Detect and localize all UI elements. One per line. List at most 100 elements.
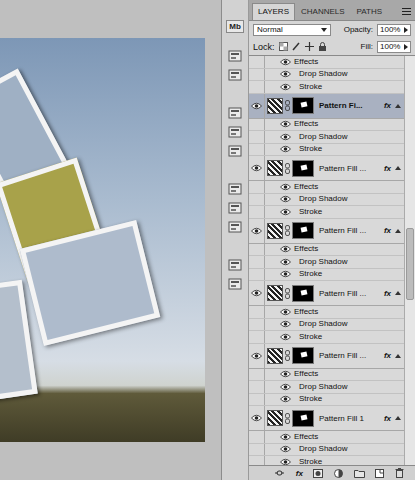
info-icon[interactable] <box>228 278 242 290</box>
eye-icon[interactable] <box>280 145 291 153</box>
mask-thumbnail[interactable] <box>292 347 314 364</box>
visibility-toggle[interactable] <box>279 383 291 391</box>
visibility-toggle[interactable] <box>279 70 291 78</box>
mask-thumbnail[interactable] <box>292 285 314 302</box>
eye-icon[interactable] <box>280 133 291 141</box>
visibility-toggle[interactable] <box>279 370 291 378</box>
add-style-button[interactable]: fx <box>296 469 303 478</box>
eye-icon[interactable] <box>251 414 262 422</box>
panel-tab[interactable]: CHANNELS <box>295 3 351 20</box>
layer-row[interactable]: Pattern Fill ...fx <box>249 344 404 369</box>
fx-badge[interactable]: fx <box>384 351 391 360</box>
eye-icon[interactable] <box>280 270 291 278</box>
visibility-toggle[interactable] <box>279 333 291 341</box>
eye-icon[interactable] <box>251 289 262 297</box>
adjustment-layer-icon[interactable] <box>334 469 343 478</box>
clone-source-icon[interactable] <box>228 145 242 157</box>
eye-icon[interactable] <box>280 445 291 453</box>
swatches-icon[interactable] <box>228 202 242 214</box>
layer-row[interactable]: Pattern Fill ...fx <box>249 156 404 181</box>
layer-name[interactable]: Pattern Fill ... <box>319 351 382 360</box>
collapse-toggle[interactable] <box>395 104 401 108</box>
visibility-toggle[interactable] <box>279 195 291 203</box>
effect-row[interactable]: Effects <box>249 431 404 444</box>
layer-name[interactable]: Pattern Fill ... <box>319 164 382 173</box>
mask-thumbnail[interactable] <box>292 410 314 427</box>
visibility-toggle[interactable] <box>279 83 291 91</box>
lock-pixels-icon[interactable] <box>292 42 301 51</box>
collapse-toggle[interactable] <box>395 416 401 420</box>
effect-row[interactable]: Stroke <box>249 331 404 344</box>
pattern-thumbnail[interactable] <box>267 160 283 176</box>
visibility-toggle[interactable] <box>279 183 291 191</box>
visibility-toggle[interactable] <box>249 281 265 305</box>
color-icon[interactable] <box>228 183 242 195</box>
visibility-toggle[interactable] <box>279 145 291 153</box>
eye-icon[interactable] <box>280 458 291 465</box>
visibility-toggle[interactable] <box>279 320 291 328</box>
visibility-toggle[interactable] <box>279 445 291 453</box>
actions-icon[interactable] <box>228 69 242 81</box>
eye-icon[interactable] <box>280 308 291 316</box>
link-icon[interactable] <box>285 100 290 111</box>
eye-icon[interactable] <box>280 83 291 91</box>
eye-icon[interactable] <box>280 433 291 441</box>
pattern-thumbnail[interactable] <box>267 348 283 364</box>
panel-tab[interactable]: LAYERS <box>252 3 295 20</box>
pattern-thumbnail[interactable] <box>267 98 283 114</box>
eye-icon[interactable] <box>280 370 291 378</box>
mask-thumbnail[interactable] <box>292 97 314 114</box>
scrollbar[interactable] <box>404 56 415 465</box>
history-icon[interactable] <box>228 50 242 62</box>
visibility-toggle[interactable] <box>279 270 291 278</box>
eye-icon[interactable] <box>280 383 291 391</box>
effect-row[interactable]: Drop Shadow <box>249 131 404 144</box>
blend-mode-select[interactable]: Normal <box>253 24 331 36</box>
lock-position-icon[interactable] <box>305 42 314 51</box>
visibility-toggle[interactable] <box>249 156 265 180</box>
eye-icon[interactable] <box>280 208 291 216</box>
visibility-toggle[interactable] <box>279 58 291 66</box>
panel-menu-button[interactable] <box>398 8 415 20</box>
eye-icon[interactable] <box>251 227 262 235</box>
folder-icon[interactable] <box>354 469 365 478</box>
opacity-field[interactable]: 100% <box>377 24 411 36</box>
layer-row[interactable]: Pattern Fi...fx <box>249 94 404 119</box>
pattern-thumbnail[interactable] <box>267 285 283 301</box>
fx-badge[interactable]: fx <box>384 226 391 235</box>
effect-row[interactable]: Drop Shadow <box>249 319 404 332</box>
visibility-toggle[interactable] <box>279 245 291 253</box>
eye-icon[interactable] <box>280 120 291 128</box>
eye-icon[interactable] <box>280 258 291 266</box>
trash-icon[interactable] <box>395 468 404 478</box>
styles-icon[interactable] <box>228 221 242 233</box>
layer-name[interactable]: Pattern Fill 1 <box>319 414 382 423</box>
collapse-toggle[interactable] <box>395 229 401 233</box>
new-layer-icon[interactable] <box>375 469 384 478</box>
effect-row[interactable]: Drop Shadow <box>249 256 404 269</box>
effect-row[interactable]: Effects <box>249 119 404 132</box>
effect-row[interactable]: Stroke <box>249 81 404 94</box>
visibility-toggle[interactable] <box>279 133 291 141</box>
adjustments-icon[interactable] <box>228 107 242 119</box>
brushes-icon[interactable] <box>228 126 242 138</box>
pattern-thumbnail[interactable] <box>267 223 283 239</box>
fx-badge[interactable]: fx <box>384 414 391 423</box>
effect-row[interactable]: Stroke <box>249 394 404 407</box>
visibility-toggle[interactable] <box>249 219 265 243</box>
eye-icon[interactable] <box>280 195 291 203</box>
visibility-toggle[interactable] <box>279 208 291 216</box>
fill-field[interactable]: 100% <box>377 41 411 53</box>
add-mask-icon[interactable] <box>313 469 323 478</box>
visibility-toggle[interactable] <box>279 308 291 316</box>
panel-tab[interactable]: PATHS <box>351 3 388 20</box>
eye-icon[interactable] <box>251 164 262 172</box>
lock-all-icon[interactable] <box>318 42 327 51</box>
effect-row[interactable]: Stroke <box>249 456 404 465</box>
eye-icon[interactable] <box>280 70 291 78</box>
effect-row[interactable]: Drop Shadow <box>249 381 404 394</box>
layer-row[interactable]: Pattern Fill ...fx <box>249 281 404 306</box>
collapse-toggle[interactable] <box>395 354 401 358</box>
layer-row[interactable]: Pattern Fill ...fx <box>249 219 404 244</box>
eye-icon[interactable] <box>280 320 291 328</box>
